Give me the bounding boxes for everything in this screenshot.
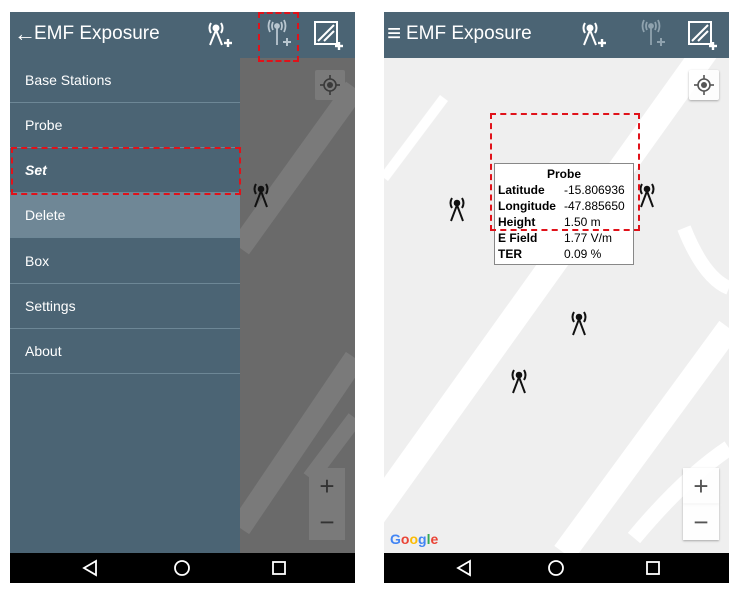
menu-item-delete[interactable]: Delete [10,193,240,238]
system-nav-bar [384,553,729,583]
app-bar: ≡ EMF Exposure [384,12,729,58]
row-key: TER [498,247,522,261]
row-value: 1.77 V/m [563,231,613,245]
my-location-icon[interactable] [315,70,345,100]
back-arrow-icon[interactable]: ← [14,18,36,50]
triangle-back-icon[interactable] [76,557,104,579]
box-plus-icon[interactable] [684,17,720,53]
my-location-icon[interactable] [689,70,719,100]
hamburger-menu-icon[interactable]: ≡ [387,18,401,50]
zoom-out-button[interactable]: − [683,504,719,540]
zoom-in-button[interactable]: + [683,468,719,504]
triangle-back-icon[interactable] [450,557,478,579]
table-row: E Field 1.77 V/m [498,230,629,246]
radio-tower-icon[interactable] [566,308,592,338]
menu-item-label: About [25,343,62,359]
system-nav-bar [10,553,355,583]
menu-item-label: Box [25,253,50,269]
app-title: EMF Exposure [406,23,532,44]
map-view[interactable]: Probe Latitude -15.806936 Longitude -47.88… [384,58,729,553]
square-recent-icon[interactable] [265,557,293,579]
probe-plus-icon[interactable] [635,17,671,53]
menu-item-label: Delete [25,207,66,223]
circle-home-icon[interactable] [542,557,570,579]
menu-item-about[interactable]: About [10,329,240,374]
row-value: 0.09 % [563,247,602,261]
antenna-plus-icon[interactable] [200,17,236,53]
menu-item-base-stations[interactable]: Base Stations [10,58,240,103]
google-logo: Google [390,531,439,547]
zoom-in-button[interactable]: + [309,468,345,504]
left-screen: ← EMF Exposure + − Base Stations Probe S… [10,12,355,583]
antenna-plus-icon[interactable] [574,17,610,53]
menu-item-label: Base Stations [25,72,112,88]
menu-item-label: Probe [25,117,63,133]
menu-item-settings[interactable]: Settings [10,284,240,329]
circle-home-icon[interactable] [168,557,196,579]
table-row: TER 0.09 % [498,246,629,262]
box-plus-icon[interactable] [310,17,346,53]
menu-item-label: Settings [25,298,76,314]
navigation-drawer: Base Stations Probe Set Delete Box Setti… [10,58,240,553]
radio-tower-icon[interactable] [444,194,470,224]
zoom-out-button[interactable]: − [309,504,345,540]
annotation-box-probe-button [258,12,299,62]
radio-tower-icon[interactable] [506,366,532,396]
radio-tower-icon[interactable] [248,180,274,210]
app-bar: ← EMF Exposure [10,12,355,58]
right-screen: ≡ EMF Exposure Probe Latitude -15.806936… [384,12,729,583]
menu-item-box[interactable]: Box [10,239,240,284]
menu-item-probe[interactable]: Probe [10,103,240,148]
annotation-box-set-item [11,147,241,195]
annotation-box-probe-popup [490,113,640,231]
row-key: E Field [498,231,538,245]
app-title: EMF Exposure [34,23,160,44]
square-recent-icon[interactable] [639,557,667,579]
